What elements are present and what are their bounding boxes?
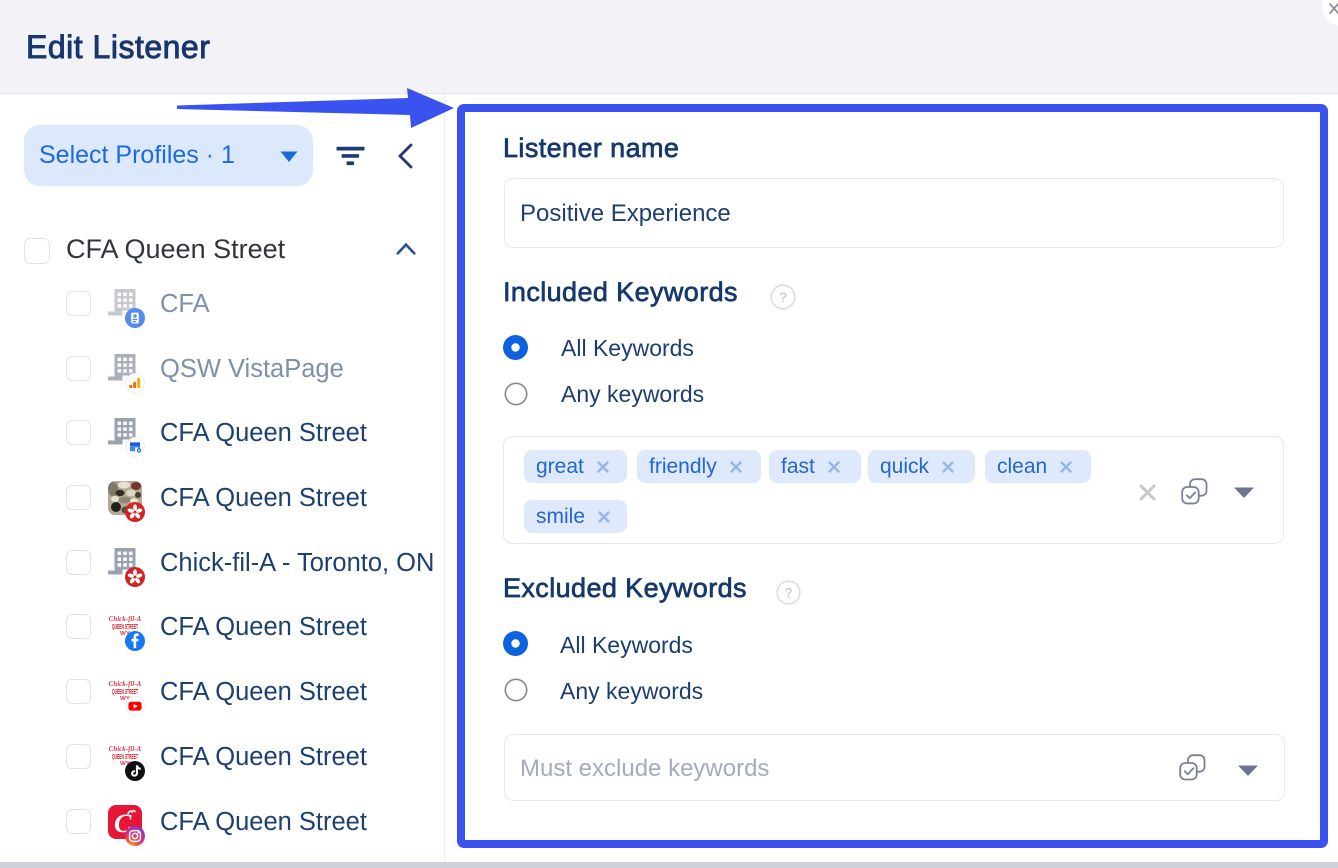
svg-text:?: ? [779, 289, 787, 305]
svg-text:?: ? [785, 585, 792, 600]
